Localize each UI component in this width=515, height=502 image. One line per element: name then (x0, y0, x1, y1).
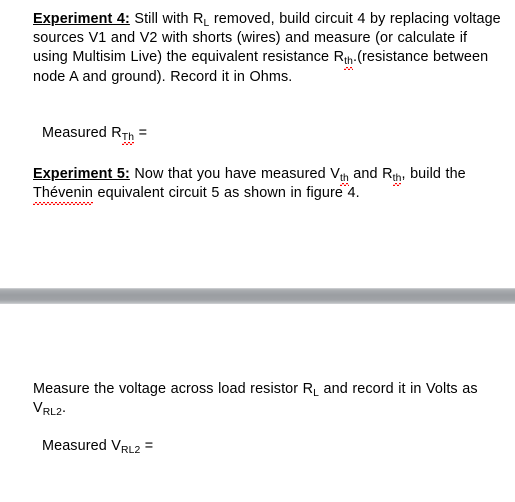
experiment-5-subscript-rth: th (392, 172, 402, 184)
page-break-gap-divider (0, 288, 515, 304)
experiment-5-text-part-3: , build the (401, 166, 466, 182)
measured-vrl2-subscript: RL2 (121, 444, 141, 456)
experiment-5-section: Experiment 5: Now that you have measured… (0, 165, 515, 206)
spellcheck-thevenin: Thévenin (33, 184, 93, 206)
experiment-4-label: Experiment 4: (33, 11, 130, 27)
spellcheck-rth-3: th (392, 165, 402, 187)
measured-rth-subscript: Th (121, 131, 135, 143)
experiment-4-paragraph: Experiment 4: Still with RL removed, bui… (0, 10, 515, 87)
experiment-5-text-part-2: and R (348, 166, 393, 182)
document-page: Experiment 4: Still with RL removed, bui… (0, 0, 515, 502)
experiment-5-text-part-1: Now that you have measured V (129, 166, 340, 182)
spellcheck-rth-2: Th (121, 124, 135, 146)
measured-vrl2-equals: = (140, 438, 154, 454)
measure-vrl2-text-part-1: Measure the voltage across load resistor… (33, 381, 314, 397)
measured-vrl2-label: Measured V (42, 438, 121, 454)
spellcheck-vth: th (339, 165, 349, 187)
experiment-5-text-part-4: equivalent circuit 5 as shown in figure … (93, 185, 360, 202)
experiment-5-label: Experiment 5: (33, 166, 130, 182)
measured-vrl2-section: Measured VRL2 = (0, 437, 515, 456)
measure-vrl2-subscript-rl2: RL2 (42, 407, 63, 419)
measure-vrl2-section: Measure the voltage across load resistor… (0, 380, 515, 418)
spellcheck-rth-1: th (344, 48, 353, 70)
experiment-4-subscript-th: th (344, 56, 353, 68)
experiment-5-subscript-vth: th (339, 172, 349, 184)
measured-rth-equals: = (134, 125, 148, 141)
measure-vrl2-paragraph: Measure the voltage across load resistor… (0, 380, 515, 418)
experiment-5-paragraph: Experiment 5: Now that you have measured… (0, 165, 515, 206)
experiment-4-section: Experiment 4: Still with RL removed, bui… (0, 10, 515, 87)
measured-rth-line: Measured RTh = (0, 124, 515, 146)
experiment-4-text-part-1: Still with R (129, 11, 204, 27)
measured-rth-label: Measured R (42, 125, 122, 141)
measured-rth-section: Measured RTh = (0, 124, 515, 146)
measured-vrl2-line: Measured VRL2 = (0, 437, 515, 456)
measure-vrl2-text-part-3: . (62, 400, 67, 417)
